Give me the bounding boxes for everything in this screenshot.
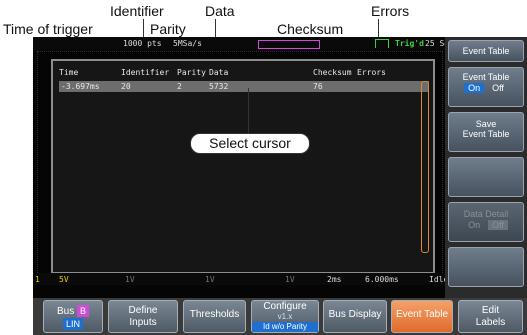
callout-parity: Parity xyxy=(150,21,186,37)
column-checksum: Checksum xyxy=(313,68,352,77)
record-length: 1000 pts xyxy=(123,39,162,48)
callout-data: Data xyxy=(205,3,235,19)
side-menu: Event Table Event Table On Off Save Event… xyxy=(445,37,527,298)
bus-display-button[interactable]: Bus Display xyxy=(323,300,387,333)
ch2-scale: 1V xyxy=(125,275,135,284)
configure-mode: Id w/o Parity xyxy=(252,322,318,332)
side-blank-button-2[interactable] xyxy=(448,247,524,287)
trigger-edge-icon xyxy=(375,39,389,48)
callout-errors: Errors xyxy=(371,3,410,19)
bus-type: LIN xyxy=(62,318,83,330)
define-inputs-button[interactable]: Define Inputs xyxy=(108,300,178,333)
define-line1: Define xyxy=(128,305,158,316)
side-menu-title: Event Table xyxy=(448,40,524,62)
sample-rate: 5MSa/s xyxy=(173,39,202,48)
configure-label: Configure xyxy=(263,301,307,312)
event-table-toggle-button[interactable]: Event Table On Off xyxy=(448,67,524,107)
ch4-scale: 1V xyxy=(285,275,295,284)
callout-checksum: Checksum xyxy=(277,21,344,37)
edit-labels-button[interactable]: Edit Labels xyxy=(458,300,523,333)
data-detail-off: Off xyxy=(488,220,508,230)
callout-identifier: Identifier xyxy=(110,3,164,19)
status-bar: 1000 pts 5MSa/s Trig'd 25 Sep xyxy=(33,37,454,51)
ch1-marker: 1 xyxy=(35,275,40,284)
column-identifier: Identifier xyxy=(121,68,170,77)
save-label-line2: Event Table xyxy=(462,129,510,139)
save-event-table-button[interactable]: Save Event Table xyxy=(448,112,524,152)
scope-screen: 1000 pts 5MSa/s Trig'd 25 Sep Time Ident… xyxy=(33,37,454,298)
bus-label: Bus xyxy=(56,306,75,317)
event-table: Time Identifier Parity Data Checksum Err… xyxy=(51,59,435,274)
configure-button[interactable]: Configure v1.x Id w/o Parity xyxy=(251,300,319,333)
event-table-toggle-label: Event Table xyxy=(462,72,510,82)
cell-parity: 2 xyxy=(177,82,182,91)
configure-version: v1.x xyxy=(277,312,293,321)
ch3-scale: 1V xyxy=(205,275,215,284)
edit-line2: Labels xyxy=(475,317,506,328)
cell-data: 5732 xyxy=(209,82,229,91)
table-row[interactable]: -3.697ms 20 2 5732 76 xyxy=(59,81,429,92)
bus-button[interactable]: Bus B LIN xyxy=(43,300,103,333)
column-errors: Errors xyxy=(357,68,386,77)
column-parity: Parity xyxy=(177,68,206,77)
cell-time: -3.697ms xyxy=(61,82,100,91)
side-blank-button[interactable] xyxy=(448,157,524,197)
define-line2: Inputs xyxy=(129,317,157,328)
cell-identifier: 20 xyxy=(121,82,131,91)
channel-status-bar: 1 5V 1V 1V 1V 2ms 6.000ms Idle xyxy=(33,273,448,285)
soft-key-bar: Bus B LIN Define Inputs Thresholds Confi… xyxy=(33,298,527,335)
edit-line1: Edit xyxy=(481,305,500,316)
toggle-on: On xyxy=(464,83,485,93)
thresholds-button[interactable]: Thresholds xyxy=(183,300,246,333)
trigger-time: 6.000ms xyxy=(365,275,399,284)
cell-checksum: 76 xyxy=(313,82,323,91)
ch1-scale: 5V xyxy=(59,275,69,284)
trigger-status: Trig'd xyxy=(395,39,424,48)
column-time: Time xyxy=(59,68,79,77)
callout-time-of-trigger: Time of trigger xyxy=(3,21,93,37)
data-detail-button[interactable]: Data Detail On Off xyxy=(448,202,524,242)
bus-badge: B xyxy=(77,305,90,317)
data-detail-label: Data Detail xyxy=(463,209,509,219)
save-label-line1: Save xyxy=(475,119,497,129)
event-table-button[interactable]: Event Table xyxy=(391,300,453,333)
column-data: Data xyxy=(209,68,229,77)
table-header: Time Identifier Parity Data Checksum Err… xyxy=(59,67,429,78)
data-detail-on: On xyxy=(468,220,481,230)
callout-select-cursor: Select cursor xyxy=(190,133,310,154)
timebase: 2ms xyxy=(327,275,342,284)
toggle-off: Off xyxy=(492,83,504,93)
record-position-indicator xyxy=(258,40,320,49)
table-scrollbar[interactable] xyxy=(421,81,429,253)
leader-select-cursor xyxy=(248,88,249,133)
